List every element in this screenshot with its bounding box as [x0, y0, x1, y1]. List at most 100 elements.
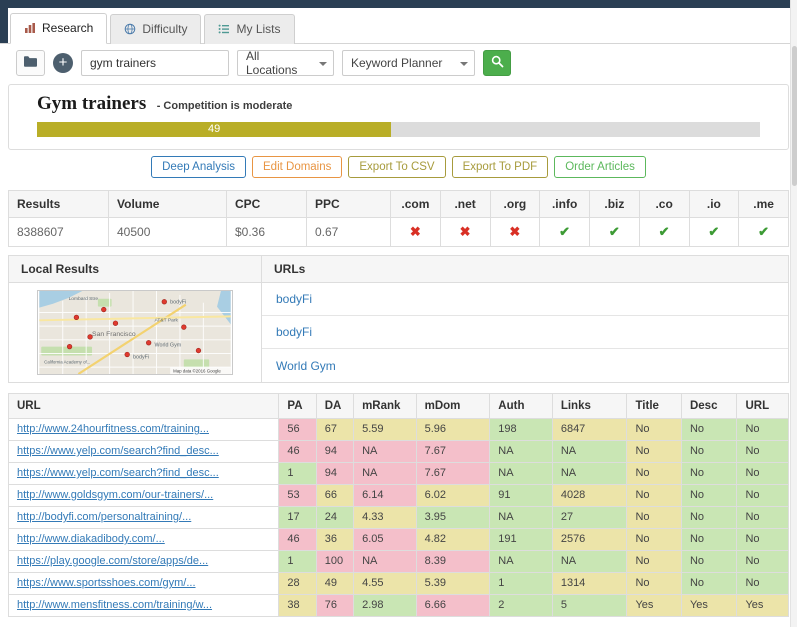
- add-keyword-button[interactable]: +: [53, 53, 73, 73]
- chevron-down-icon: [460, 62, 468, 66]
- serp-url-cell: http://www.goldsgym.com/our-trainers/...: [9, 485, 279, 507]
- map-pin-icon[interactable]: [101, 307, 106, 312]
- metrics-header-tld: .net: [440, 191, 490, 218]
- serp-metric-cell: No: [737, 529, 789, 551]
- keyword-input[interactable]: [81, 50, 229, 76]
- serp-metric-cell: Yes: [737, 595, 789, 617]
- serp-header: DA: [316, 394, 353, 419]
- urls-header: URLs: [262, 256, 788, 283]
- tab-difficulty[interactable]: Difficulty: [110, 14, 201, 44]
- local-url-link[interactable]: bodyFi: [276, 325, 312, 339]
- serp-metric-cell: No: [681, 551, 736, 573]
- keyword-title: Gym trainers: [37, 93, 146, 114]
- serp-metric-cell: NA: [490, 441, 553, 463]
- serp-metric-cell: NA: [354, 463, 417, 485]
- metrics-header: Volume: [109, 191, 227, 218]
- serp-metric-cell: NA: [490, 463, 553, 485]
- serp-metric-cell: 6847: [552, 419, 627, 441]
- local-url-link[interactable]: bodyFi: [276, 292, 312, 306]
- serp-metric-cell: 36: [316, 529, 353, 551]
- metrics-header-tld: .me: [739, 191, 789, 218]
- check-icon: ✔: [590, 218, 640, 247]
- serp-metric-cell: No: [737, 441, 789, 463]
- order-articles-button[interactable]: Order Articles: [554, 156, 646, 178]
- serp-url-link[interactable]: http://bodyfi.com/personaltraining/...: [17, 511, 191, 523]
- serp-metric-cell: No: [737, 463, 789, 485]
- tab-my-lists[interactable]: My Lists: [204, 14, 294, 44]
- map-pin-icon[interactable]: [162, 299, 167, 304]
- serp-metric-cell: 27: [552, 507, 627, 529]
- scrollbar-thumb[interactable]: [792, 46, 797, 186]
- deep-analysis-button[interactable]: Deep Analysis: [151, 156, 246, 178]
- serp-metric-cell: Yes: [681, 595, 736, 617]
- local-results-header: Local Results: [9, 256, 262, 283]
- serp-metric-cell: 2: [490, 595, 553, 617]
- serp-url-link[interactable]: http://www.goldsgym.com/our-trainers/...: [17, 489, 213, 501]
- serp-url-link[interactable]: https://www.sportsshoes.com/gym/...: [17, 577, 196, 589]
- serp-row: http://www.goldsgym.com/our-trainers/...…: [9, 485, 789, 507]
- serp-url-link[interactable]: https://www.yelp.com/search?find_desc...: [17, 445, 219, 457]
- cross-icon: ✖: [490, 218, 540, 247]
- serp-url-link[interactable]: https://play.google.com/store/apps/de...: [17, 555, 208, 567]
- serp-metric-cell: No: [627, 529, 681, 551]
- serp-metric-cell: No: [737, 419, 789, 441]
- map-pin-icon[interactable]: [181, 325, 186, 330]
- serp-metric-cell: No: [627, 507, 681, 529]
- serp-metric-cell: 8.39: [416, 551, 490, 573]
- serp-header: URL: [737, 394, 789, 419]
- list-icon: [218, 23, 230, 35]
- serp-metric-cell: 4.55: [354, 573, 417, 595]
- serp-url-link[interactable]: https://www.yelp.com/search?find_desc...: [17, 467, 219, 479]
- serp-metric-cell: NA: [552, 441, 627, 463]
- serp-metric-cell: 191: [490, 529, 553, 551]
- serp-metric-cell: 7.67: [416, 441, 490, 463]
- local-url-link[interactable]: World Gym: [276, 359, 336, 373]
- serp-url-link[interactable]: http://www.diakadibody.com/...: [17, 533, 165, 545]
- serp-metric-cell: 46: [279, 441, 316, 463]
- serp-metric-cell: 100: [316, 551, 353, 573]
- serp-row: http://www.24hourfitness.com/training...…: [9, 419, 789, 441]
- metrics-header-tld: .io: [689, 191, 739, 218]
- actions-toolbar: Deep Analysis Edit Domains Export To CSV Ex…: [0, 156, 797, 182]
- map-pin-icon[interactable]: [146, 340, 151, 345]
- keyword-research-app: ResearchDifficultyMy Lists + All Locatio…: [0, 0, 797, 627]
- map-pin-icon[interactable]: [67, 344, 72, 349]
- serp-metric-cell: NA: [354, 551, 417, 573]
- serp-metric-cell: 5: [552, 595, 627, 617]
- serp-metric-cell: NA: [552, 551, 627, 573]
- search-button[interactable]: [483, 50, 511, 76]
- serp-metric-cell: No: [681, 419, 736, 441]
- map-pin-icon[interactable]: [74, 315, 79, 320]
- map-label: California Academy of...: [44, 359, 90, 364]
- export-to-pdf-button[interactable]: Export To PDF: [452, 156, 549, 178]
- map-park: [41, 347, 92, 356]
- metrics-header-tld: .org: [490, 191, 540, 218]
- projects-button[interactable]: [16, 50, 45, 76]
- tab-research[interactable]: Research: [10, 13, 107, 44]
- scrollbar[interactable]: [790, 0, 797, 627]
- serp-url-cell: http://www.mensfitness.com/training/w...: [9, 595, 279, 617]
- metrics-value: 8388607: [9, 218, 109, 247]
- serp-metric-cell: 56: [279, 419, 316, 441]
- map-pin-icon[interactable]: [113, 321, 118, 326]
- local-map[interactable]: Lombard StrebodyFiAT&T ParkSan Francisco…: [37, 290, 233, 375]
- cross-icon: ✖: [440, 218, 490, 247]
- serp-url-link[interactable]: http://www.24hourfitness.com/training...: [17, 423, 209, 435]
- map-pin-icon[interactable]: [196, 348, 201, 353]
- serp-metric-cell: No: [627, 419, 681, 441]
- serp-row: http://bodyfi.com/personaltraining/...17…: [9, 507, 789, 529]
- serp-header: Title: [627, 394, 681, 419]
- metrics-value: $0.36: [227, 218, 307, 247]
- location-select[interactable]: All Locations: [237, 50, 334, 76]
- map-pin-icon[interactable]: [125, 352, 130, 357]
- serp-url-link[interactable]: http://www.mensfitness.com/training/w...: [17, 599, 212, 611]
- serp-row: https://play.google.com/store/apps/de...…: [9, 551, 789, 573]
- serp-metric-cell: 198: [490, 419, 553, 441]
- serp-metric-cell: No: [681, 441, 736, 463]
- source-select[interactable]: Keyword Planner: [342, 50, 475, 76]
- export-to-csv-button[interactable]: Export To CSV: [348, 156, 445, 178]
- serp-metric-cell: 5.59: [354, 419, 417, 441]
- edit-domains-button[interactable]: Edit Domains: [252, 156, 342, 178]
- serp-row: http://www.mensfitness.com/training/w...…: [9, 595, 789, 617]
- serp-metric-cell: 5.39: [416, 573, 490, 595]
